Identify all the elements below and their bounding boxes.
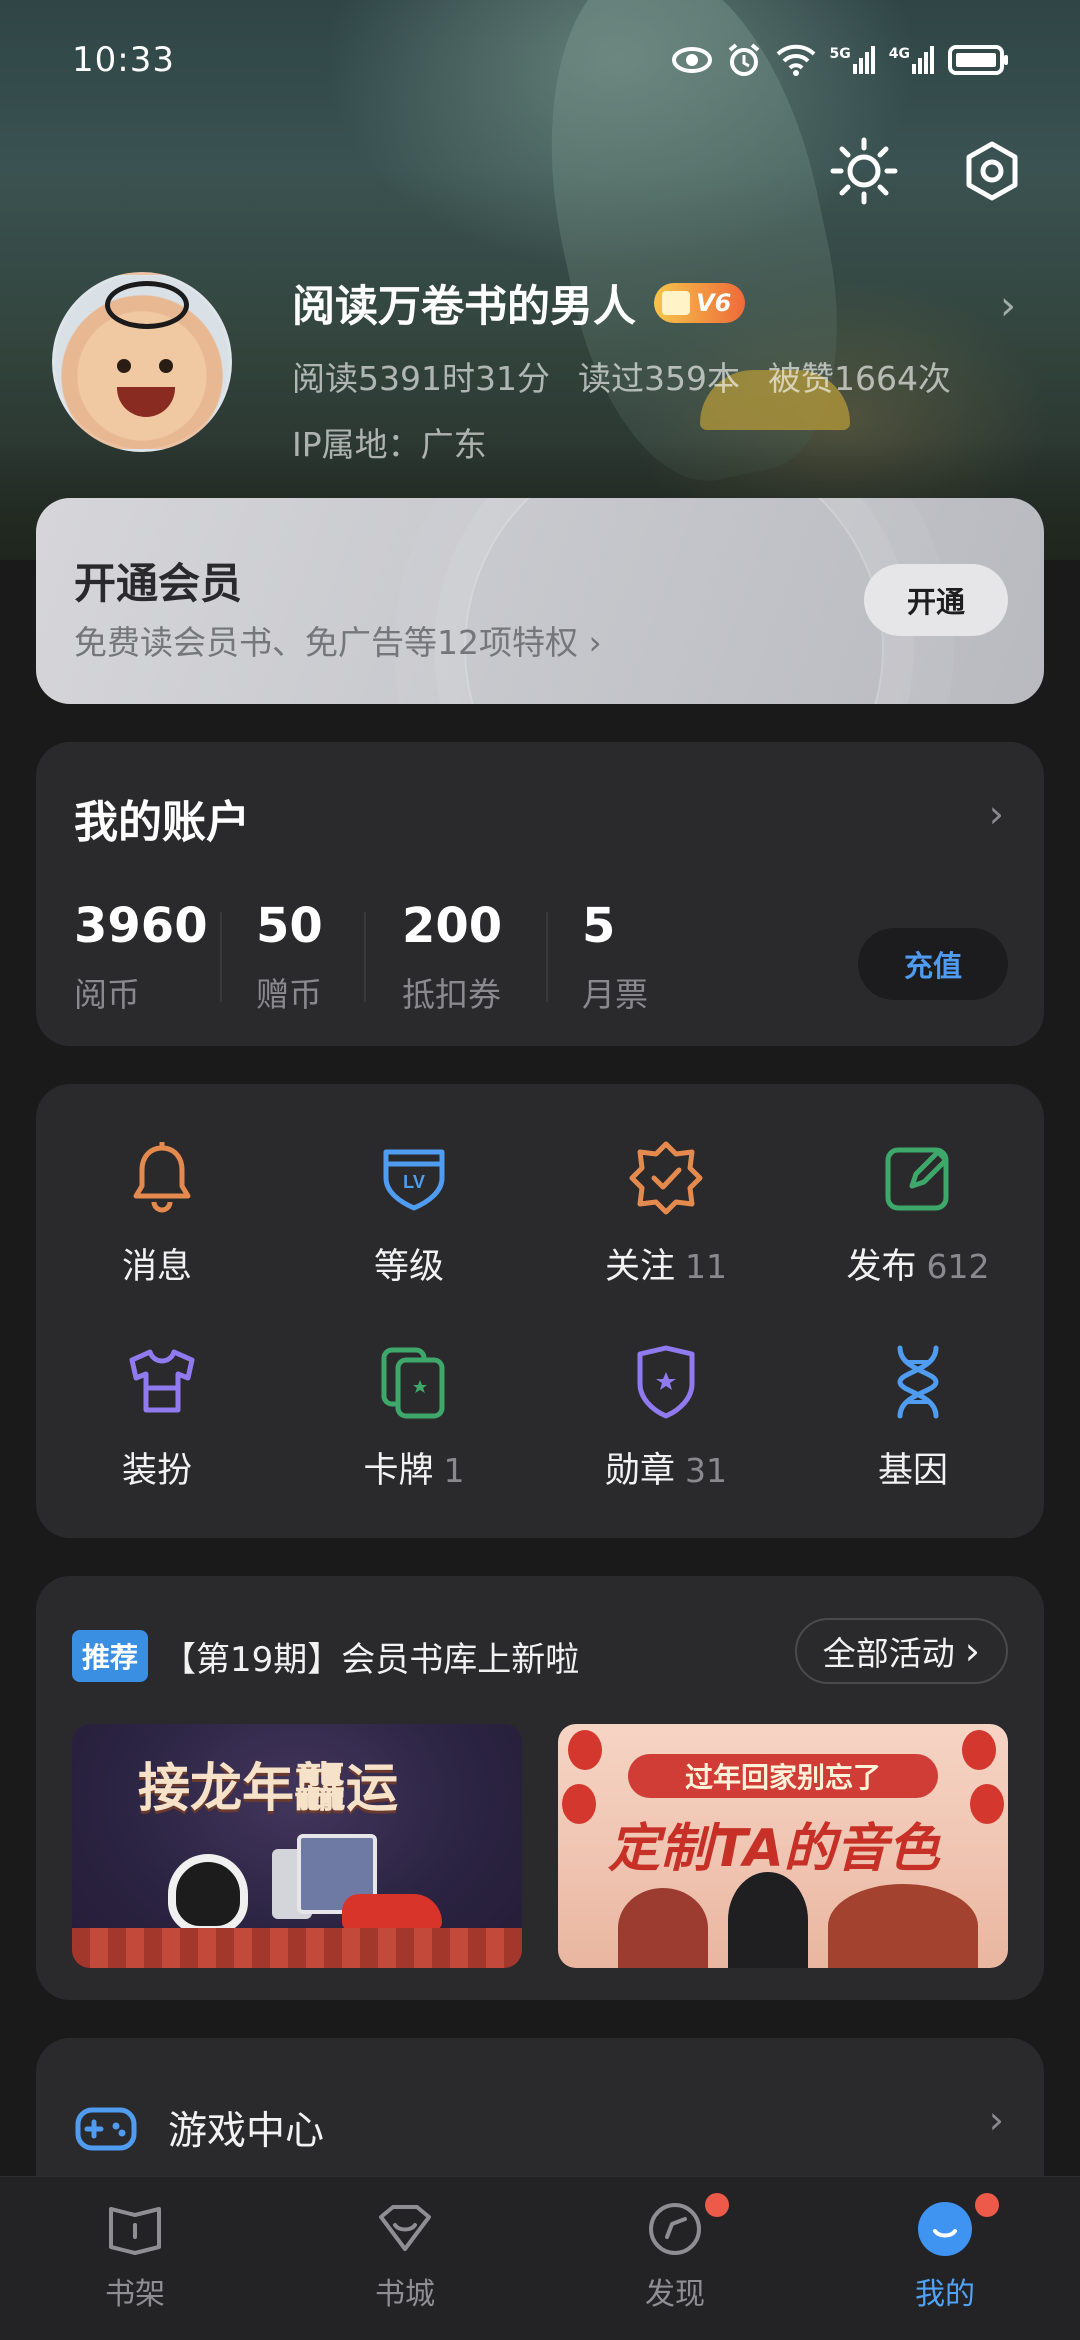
cards-icon [381, 1347, 445, 1419]
ip-location: IP属地：广东 [292, 425, 487, 464]
status-bar: 10:33 5G 4G [0, 0, 1080, 120]
reading-stats: 阅读5391时31分 读过359本 被赞1664次 [292, 352, 951, 400]
wifi-icon [776, 44, 815, 76]
bell-icon [133, 1142, 191, 1213]
read-time: 阅读5391时31分 [292, 359, 550, 398]
bookstore-icon [379, 2205, 431, 2251]
shirt-icon [129, 1349, 195, 1413]
tab-mine[interactable]: 我的 [845, 2193, 1045, 2313]
dna-icon [897, 1345, 939, 1419]
signal-4g-icon: 4G [889, 46, 934, 74]
vip-badge: V6 [654, 283, 746, 323]
profile-chevron-icon[interactable]: › [1000, 283, 1016, 329]
grid-item-publish[interactable]: 发布 612 [792, 1138, 1044, 1289]
chevron-right-icon: › [988, 2098, 1004, 2142]
all-activities-button[interactable]: 全部活动 › [794, 1618, 1008, 1684]
likes-count: 被赞1664次 [767, 359, 951, 398]
banner-left-title: 接龙年龘运 [138, 1759, 399, 1819]
avatar[interactable] [52, 272, 232, 452]
tab-bookshelf[interactable]: 书架 [35, 2199, 235, 2313]
edit-icon [885, 1147, 949, 1211]
level-icon: LV [383, 1149, 445, 1211]
grid-item-medals[interactable]: 勋章 31 [540, 1342, 792, 1493]
status-time: 10:33 [72, 40, 175, 80]
discover-notification-dot [705, 2193, 729, 2217]
header-actions [828, 135, 1028, 207]
alarm-icon [728, 43, 759, 76]
signal-5g-icon: 5G [830, 46, 875, 74]
banner-right-line2: 定制TA的音色 [608, 1819, 940, 1879]
grid-item-genes[interactable]: 基因 [792, 1342, 1044, 1493]
promotion-title[interactable]: 【第19期】会员书库上新啦 [162, 1632, 579, 1681]
divider [546, 912, 548, 1002]
membership-title: 开通会员 [74, 559, 243, 608]
tab-bookstore[interactable]: 书城 [305, 2199, 505, 2313]
username: 阅读万卷书的男人 [292, 282, 636, 332]
penguin-mascot [168, 1854, 248, 1934]
svg-text:LV: LV [403, 1172, 425, 1192]
account-title: 我的账户 [74, 797, 250, 848]
medal-icon [637, 1345, 695, 1419]
theme-toggle-button[interactable] [828, 135, 900, 207]
battery-icon [948, 45, 1008, 75]
recharge-button[interactable]: 充值 [858, 928, 1008, 1000]
promotion-card: 推荐 【第19期】会员书库上新啦 全部活动 › 接龙年龘运 过年回家别忘了 定制… [36, 1576, 1044, 2000]
username-row[interactable]: 阅读万卷书的男人 V6 [292, 272, 746, 334]
tab-discover[interactable]: 发现 [575, 2193, 775, 2313]
account-item-zengbi[interactable]: 50 赠币 [256, 898, 323, 1016]
gear-icon [966, 141, 1018, 201]
feature-grid: 消息 LV 等级 关注 11 发布 612 装扮 卡牌 1 勋章 31 基因 [36, 1084, 1044, 1538]
recommend-tag: 推荐 [72, 1630, 149, 1682]
grid-item-messages[interactable]: 消息 [36, 1138, 288, 1289]
bottom-navigation: 书架 书城 发现 我的 [0, 2176, 1080, 2340]
sun-icon [830, 137, 898, 205]
grid-item-dressup[interactable]: 装扮 [36, 1342, 288, 1493]
grid-item-following[interactable]: 关注 11 [540, 1138, 792, 1289]
account-item-yuebi[interactable]: 3960 阅币 [74, 898, 208, 1016]
grid-item-level[interactable]: LV 等级 [288, 1138, 540, 1289]
banner-right-line1: 过年回家别忘了 [628, 1754, 938, 1798]
account-item-monthly-ticket[interactable]: 5 月票 [582, 898, 648, 1016]
chevron-right-icon: › [964, 1629, 980, 1673]
membership-card[interactable]: 开通会员 免费读会员书、免广告等12项特权 › 开通 [36, 498, 1044, 704]
game-center-label: 游戏中心 [168, 2109, 325, 2154]
dragon-year-banner[interactable]: 接龙年龘运 [72, 1724, 522, 1968]
gamepad-icon [75, 2107, 137, 2151]
profile-smile-icon [918, 2202, 972, 2256]
divider [364, 912, 366, 1002]
settings-button[interactable] [956, 135, 1028, 207]
books-read: 读过359本 [577, 359, 740, 398]
compass-icon [649, 2203, 701, 2255]
account-item-coupon[interactable]: 200 抵扣券 [402, 898, 502, 1016]
membership-subtitle: 免费读会员书、免广告等12项特权 › [74, 623, 602, 662]
badge-check-icon [629, 1141, 703, 1215]
mine-notification-dot [975, 2193, 999, 2217]
crown-icon [662, 291, 690, 315]
account-chevron-icon[interactable]: › [989, 792, 1004, 836]
account-card[interactable]: 我的账户 › 3960 阅币 50 赠币 200 抵扣券 5 月票 充值 [36, 742, 1044, 1046]
status-icons: 5G 4G [671, 42, 1010, 78]
bookshelf-icon [109, 2207, 161, 2255]
eye-icon [671, 47, 712, 73]
voice-custom-banner[interactable]: 过年回家别忘了 定制TA的音色 [558, 1724, 1008, 1968]
divider [220, 912, 222, 1002]
open-membership-button[interactable]: 开通 [864, 564, 1008, 636]
grid-item-cards[interactable]: 卡牌 1 [288, 1342, 540, 1493]
